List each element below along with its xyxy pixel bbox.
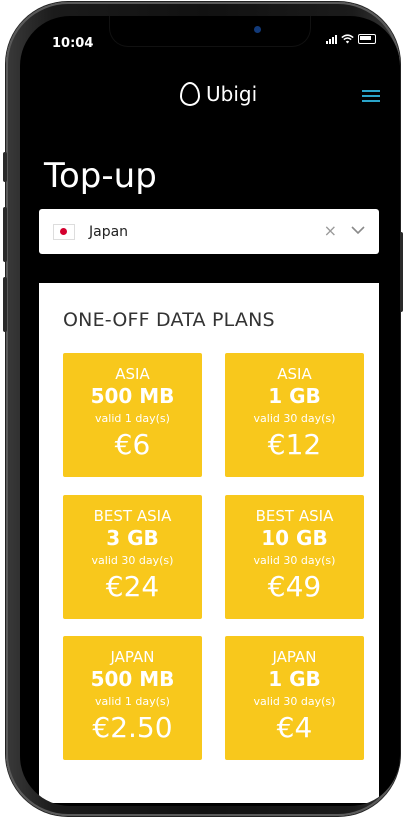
plan-validity: valid 30 day(s) xyxy=(253,554,336,567)
plan-region: BEST ASIA xyxy=(93,507,172,525)
phone-frame: 10:04 Ubigi Top-up Japan × ONE-OFF DATA … xyxy=(3,2,403,816)
camera-icon xyxy=(254,26,261,33)
notch xyxy=(110,16,310,46)
home-indicator[interactable] xyxy=(158,783,258,787)
plan-size: 500 MB xyxy=(90,384,175,408)
plan-region: ASIA xyxy=(277,365,312,383)
plan-validity: valid 30 day(s) xyxy=(253,412,336,425)
menu-icon[interactable] xyxy=(362,90,380,103)
plan-price: €24 xyxy=(105,570,160,603)
location-pin-icon xyxy=(180,82,200,106)
side-button xyxy=(3,152,7,182)
plan-validity: valid 30 day(s) xyxy=(91,554,174,567)
clear-icon[interactable]: × xyxy=(324,221,337,240)
plan-card[interactable]: JAPAN 500 MB valid 1 day(s) €2.50 xyxy=(63,636,202,760)
status-time: 10:04 xyxy=(52,36,94,51)
plan-region: JAPAN xyxy=(272,648,317,666)
plan-card[interactable]: BEST ASIA 10 GB valid 30 day(s) €49 xyxy=(225,495,364,619)
status-icons xyxy=(326,34,376,44)
top-nav: Ubigi xyxy=(20,76,400,116)
plan-price: €49 xyxy=(267,570,322,603)
country-select[interactable]: Japan × xyxy=(39,209,379,254)
volume-down-button xyxy=(3,277,7,332)
chevron-down-icon[interactable] xyxy=(349,221,367,239)
signal-icon xyxy=(326,34,337,44)
page-title: Top-up xyxy=(44,156,157,196)
plan-region: JAPAN xyxy=(110,648,155,666)
plan-size: 10 GB xyxy=(261,526,328,550)
plan-size: 500 MB xyxy=(90,667,175,691)
plan-card[interactable]: ASIA 1 GB valid 30 day(s) €12 xyxy=(225,353,364,477)
plan-price: €2.50 xyxy=(92,711,173,744)
screen: 10:04 Ubigi Top-up Japan × ONE-OFF DATA … xyxy=(20,16,400,806)
volume-up-button xyxy=(3,207,7,262)
plan-size: 1 GB xyxy=(268,667,321,691)
plan-price: €6 xyxy=(114,428,151,461)
plan-size: 1 GB xyxy=(268,384,321,408)
battery-icon xyxy=(358,34,376,44)
plan-price: €4 xyxy=(276,711,313,744)
brand-logo[interactable]: Ubigi xyxy=(180,82,257,106)
japan-flag-icon xyxy=(53,223,75,240)
plans-heading: ONE-OFF DATA PLANS xyxy=(63,309,275,331)
plan-validity: valid 30 day(s) xyxy=(253,695,336,708)
plans-panel: ONE-OFF DATA PLANS ASIA 500 MB valid 1 d… xyxy=(39,283,379,803)
plan-price: €12 xyxy=(267,428,322,461)
plan-region: ASIA xyxy=(115,365,150,383)
brand-name: Ubigi xyxy=(206,82,258,106)
plan-size: 3 GB xyxy=(106,526,159,550)
country-select-value: Japan xyxy=(89,223,129,240)
plan-card[interactable]: JAPAN 1 GB valid 30 day(s) €4 xyxy=(225,636,364,760)
plan-region: BEST ASIA xyxy=(255,507,334,525)
plan-validity: valid 1 day(s) xyxy=(95,695,170,708)
plan-validity: valid 1 day(s) xyxy=(95,412,170,425)
plan-card[interactable]: BEST ASIA 3 GB valid 30 day(s) €24 xyxy=(63,495,202,619)
plan-card[interactable]: ASIA 500 MB valid 1 day(s) €6 xyxy=(63,353,202,477)
wifi-icon xyxy=(341,34,354,44)
